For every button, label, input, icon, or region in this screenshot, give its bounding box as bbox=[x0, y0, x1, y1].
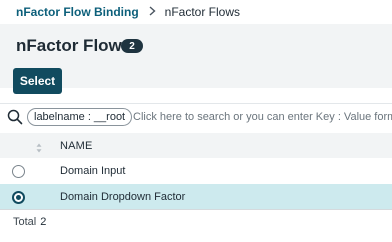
chevron-right-icon bbox=[149, 5, 156, 19]
search-input[interactable]: Click here to search or you can enter Ke… bbox=[133, 111, 392, 123]
filter-chip[interactable]: labelname : __root bbox=[27, 108, 133, 126]
breadcrumb-parent-link[interactable]: nFactor Flow Binding bbox=[16, 5, 139, 19]
row-name: Domain Input bbox=[60, 165, 126, 177]
search-bar[interactable]: labelname : __root Click here to search … bbox=[0, 104, 392, 130]
row-radio[interactable] bbox=[12, 191, 25, 204]
flows-table: NAME Domain Input Domain Dropdown Factor bbox=[0, 133, 392, 210]
sort-icon[interactable] bbox=[36, 140, 42, 153]
breadcrumb: nFactor Flow Binding nFactor Flows bbox=[0, 0, 392, 24]
total-label: Total bbox=[13, 216, 37, 228]
row-name: Domain Dropdown Factor bbox=[60, 191, 186, 203]
table-row[interactable]: Domain Dropdown Factor bbox=[0, 184, 392, 210]
divider bbox=[0, 209, 392, 210]
select-button[interactable]: Select bbox=[13, 68, 62, 94]
row-radio[interactable] bbox=[12, 165, 25, 178]
page-title: nFactor Flows bbox=[16, 36, 132, 55]
table-row[interactable]: Domain Input bbox=[0, 158, 392, 184]
search-icon[interactable] bbox=[7, 109, 23, 125]
total-count: Total 2 bbox=[13, 216, 46, 228]
total-value: 2 bbox=[40, 216, 47, 228]
count-badge: 2 bbox=[121, 39, 143, 53]
breadcrumb-current: nFactor Flows bbox=[164, 5, 241, 19]
table-header: NAME bbox=[0, 133, 392, 158]
column-header-name[interactable]: NAME bbox=[60, 140, 93, 152]
